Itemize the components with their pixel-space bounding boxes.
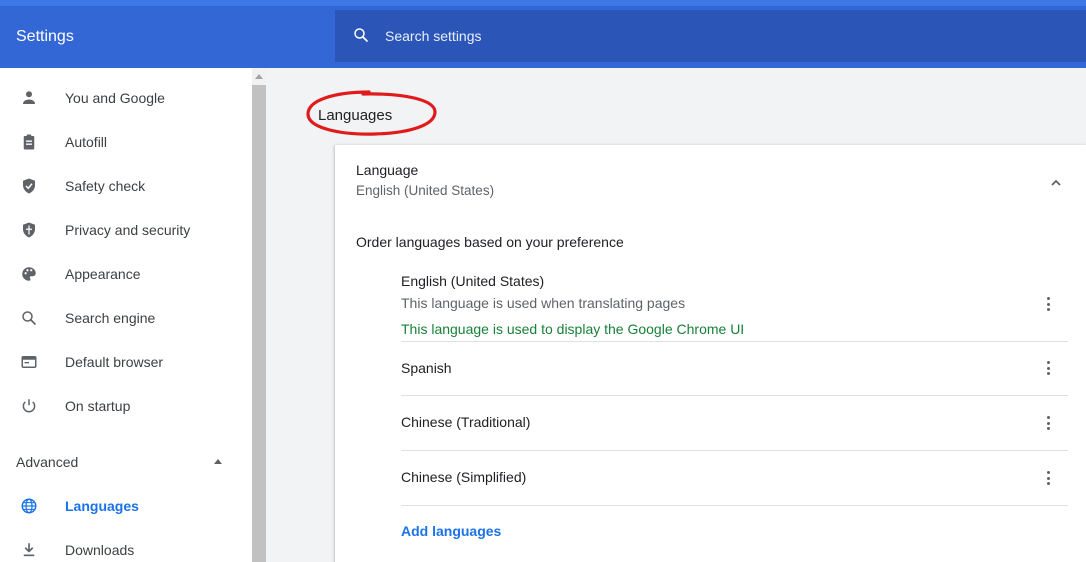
language-row-english: English (United States) This language is… — [401, 269, 1068, 342]
sidebar-item-label: Safety check — [65, 178, 146, 194]
search-icon — [354, 28, 368, 42]
sidebar-item-default-browser[interactable]: Default browser — [0, 340, 252, 384]
shield-icon — [23, 222, 35, 238]
language-name: English (United States) — [401, 273, 545, 289]
add-languages-button[interactable]: Add languages — [401, 523, 501, 539]
sidebar-item-privacy[interactable]: Privacy and security — [0, 208, 252, 252]
sidebar-item-label: Languages — [65, 498, 139, 514]
download-icon — [23, 543, 35, 557]
language-name: Spanish — [401, 360, 452, 376]
language-row-spanish: Spanish — [401, 342, 1068, 396]
sidebar-item-safety-check[interactable]: Safety check — [0, 164, 252, 208]
divider — [401, 505, 1068, 506]
language-section-current: English (United States) — [356, 183, 495, 198]
search-icon — [22, 311, 36, 325]
sidebar-item-label: Search engine — [65, 310, 156, 326]
header-title: Settings — [16, 28, 74, 45]
shield-check-icon — [23, 178, 35, 194]
search-box[interactable]: Search settings — [335, 10, 1086, 62]
sidebar-item-label: Downloads — [65, 542, 135, 558]
sidebar-item-languages[interactable]: Languages — [0, 484, 252, 528]
language-translate-note: This language is used when translating p… — [401, 295, 686, 311]
language-row-chinese-traditional: Chinese (Traditional) — [401, 396, 1068, 451]
sidebar-advanced-toggle[interactable]: Advanced — [0, 440, 252, 484]
power-icon — [22, 399, 36, 413]
sidebar-item-appearance[interactable]: Appearance — [0, 252, 252, 296]
more-vert-icon[interactable] — [1037, 292, 1061, 316]
search-input[interactable]: Search settings — [385, 10, 482, 62]
chevron-up-icon[interactable] — [1044, 171, 1068, 195]
language-ui-note: This language is used to display the Goo… — [401, 321, 745, 337]
language-row-chinese-simplified: Chinese (Simplified) — [401, 451, 1068, 506]
annotation-circle — [306, 90, 437, 136]
sidebar-item-label: You and Google — [65, 90, 165, 106]
more-vert-icon[interactable] — [1037, 356, 1061, 380]
sidebar-item-label: On startup — [65, 398, 131, 414]
sidebar-item-downloads[interactable]: Downloads — [0, 528, 252, 562]
sidebar-item-you-and-google[interactable]: You and Google — [0, 76, 252, 120]
language-name: Chinese (Simplified) — [401, 469, 527, 485]
language-name: Chinese (Traditional) — [401, 414, 531, 430]
palette-icon — [22, 267, 36, 281]
browser-icon — [21, 356, 37, 368]
globe-icon — [21, 498, 37, 514]
scroll-up-arrow-icon[interactable] — [255, 74, 263, 79]
order-languages-label: Order languages based on your preference — [356, 234, 624, 250]
sidebar-item-on-startup[interactable]: On startup — [0, 384, 252, 428]
advanced-label: Advanced — [16, 454, 79, 470]
sidebar-item-autofill[interactable]: Autofill — [0, 120, 252, 164]
chevron-up-icon — [214, 459, 222, 464]
sidebar-scrollbar[interactable] — [252, 68, 266, 562]
scrollbar-thumb[interactable] — [252, 85, 266, 562]
person-icon — [23, 91, 35, 104]
language-card: Language English (United States) Order l… — [335, 145, 1086, 562]
language-section-heading: Language — [356, 162, 419, 178]
sidebar-item-label: Autofill — [65, 134, 108, 150]
sidebar-item-label: Appearance — [65, 266, 141, 282]
sidebar-item-search-engine[interactable]: Search engine — [0, 296, 252, 340]
more-vert-icon[interactable] — [1037, 466, 1061, 490]
more-vert-icon[interactable] — [1037, 411, 1061, 435]
sidebar-item-label: Privacy and security — [65, 222, 191, 238]
sidebar-item-label: Default browser — [65, 354, 164, 370]
header-bar: Settings Search settings — [0, 0, 1086, 68]
clipboard-icon — [23, 134, 35, 150]
sidebar: You and Google Autofill Safety check Pri… — [0, 68, 252, 562]
